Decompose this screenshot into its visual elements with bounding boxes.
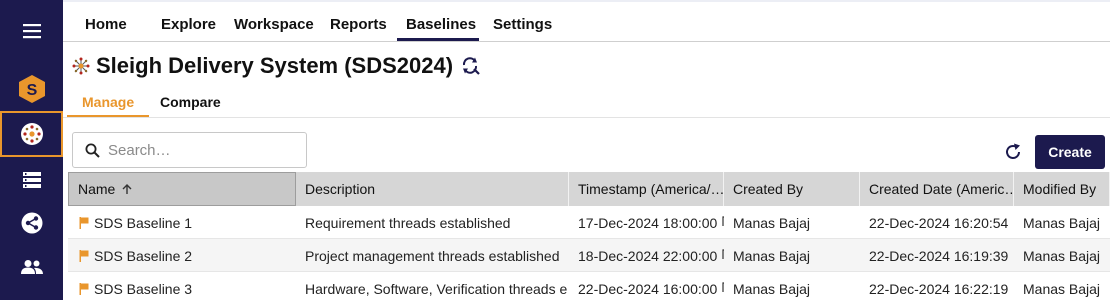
timestamp-value: 22-Dec-2024 16:00:00 [578, 280, 718, 297]
table-row[interactable]: SDS Baseline 3 Hardware, Software, Verif… [68, 272, 1110, 300]
cell-modified-by: Manas Bajaj [1023, 247, 1101, 264]
timestamp-value: 18-Dec-2024 22:00:00 [578, 247, 718, 264]
cell-name: SDS Baseline 1 [70, 206, 296, 239]
cell-created-by: Manas Bajaj [733, 214, 811, 231]
column-header-modified-by[interactable]: Modified By [1014, 172, 1110, 206]
column-header-created-date[interactable]: Created Date (Americ… [860, 172, 1014, 206]
refresh-icon[interactable] [1003, 142, 1023, 162]
cell-timestamp: 18-Dec-2024 22:00:00 [569, 239, 724, 272]
tab-active-indicator [67, 115, 149, 117]
timestamp-value: 17-Dec-2024 18:00:00 [578, 214, 718, 231]
sync-search-icon[interactable] [461, 56, 481, 76]
list-icon[interactable] [0, 157, 63, 203]
page-title-row: Sleigh Delivery System (SDS2024) [72, 52, 481, 80]
page-title: Sleigh Delivery System (SDS2024) [96, 53, 454, 78]
cell-name: SDS Baseline 3 [70, 272, 296, 300]
cell-name: SDS Baseline 2 [70, 239, 296, 272]
sort-ascending-icon[interactable] [121, 183, 133, 195]
nav-settings[interactable]: Settings [493, 16, 552, 33]
left-rail: S [0, 0, 63, 300]
column-header-label: Name [78, 181, 116, 197]
table-row[interactable]: SDS Baseline 2 Project management thread… [68, 239, 1110, 272]
baseline-name: SDS Baseline 1 [94, 214, 193, 231]
system-icon[interactable] [0, 111, 63, 157]
nav-home[interactable]: Home [85, 16, 127, 33]
system-icon [72, 57, 90, 75]
search-box[interactable] [72, 132, 307, 168]
cell-created-by: Manas Bajaj [733, 280, 811, 297]
svg-text:S: S [26, 82, 37, 99]
top-nav: Home Explore Workspace Reports Baselines… [63, 0, 1110, 42]
nav-reports[interactable]: Reports [330, 16, 387, 33]
nav-active-indicator [397, 38, 479, 41]
table-row[interactable]: SDS Baseline 1 Requirement threads estab… [68, 206, 1110, 239]
flag-icon [79, 282, 89, 295]
cell-created-by: Manas Bajaj [733, 247, 811, 264]
create-button[interactable]: Create [1035, 135, 1105, 169]
column-header-name[interactable]: Name [68, 172, 296, 206]
cell-created-date: 22-Dec-2024 16:22:19 [869, 280, 1009, 297]
baseline-name: SDS Baseline 2 [94, 247, 193, 264]
search-input[interactable] [108, 141, 298, 159]
table-header: Name Description Timestamp (America/… Cr… [68, 172, 1110, 206]
cell-modified-by: Manas Bajaj [1023, 280, 1101, 297]
logo-icon[interactable]: S [0, 66, 63, 112]
nav-baselines[interactable]: Baselines [406, 16, 476, 33]
cell-description: Requirement threads established [305, 214, 511, 231]
cell-timestamp: 17-Dec-2024 18:00:00 [569, 206, 724, 239]
cell-description: Project management threads established [305, 247, 560, 264]
share-icon[interactable] [0, 200, 63, 246]
baseline-name: SDS Baseline 3 [94, 280, 193, 297]
column-header-description[interactable]: Description [296, 172, 569, 206]
menu-icon[interactable] [0, 8, 63, 54]
column-header-created-by[interactable]: Created By [724, 172, 860, 206]
sub-tabs: Manage Compare [63, 88, 1110, 118]
column-header-timestamp[interactable]: Timestamp (America/… [569, 172, 724, 206]
flag-icon [79, 249, 89, 262]
nav-workspace[interactable]: Workspace [234, 16, 314, 33]
nav-explore[interactable]: Explore [161, 16, 216, 33]
search-icon [85, 143, 100, 158]
tab-compare[interactable]: Compare [160, 94, 221, 110]
users-icon[interactable] [0, 244, 63, 290]
cell-timestamp: 22-Dec-2024 16:00:00 [569, 272, 724, 300]
tab-manage[interactable]: Manage [82, 94, 134, 110]
flag-icon [79, 216, 89, 229]
top-border [63, 0, 1110, 2]
cell-description: Hardware, Software, Verification threads… [305, 280, 569, 297]
cell-created-date: 22-Dec-2024 16:19:39 [869, 247, 1009, 264]
cell-modified-by: Manas Bajaj [1023, 214, 1101, 231]
cell-created-date: 22-Dec-2024 16:20:54 [869, 214, 1009, 231]
